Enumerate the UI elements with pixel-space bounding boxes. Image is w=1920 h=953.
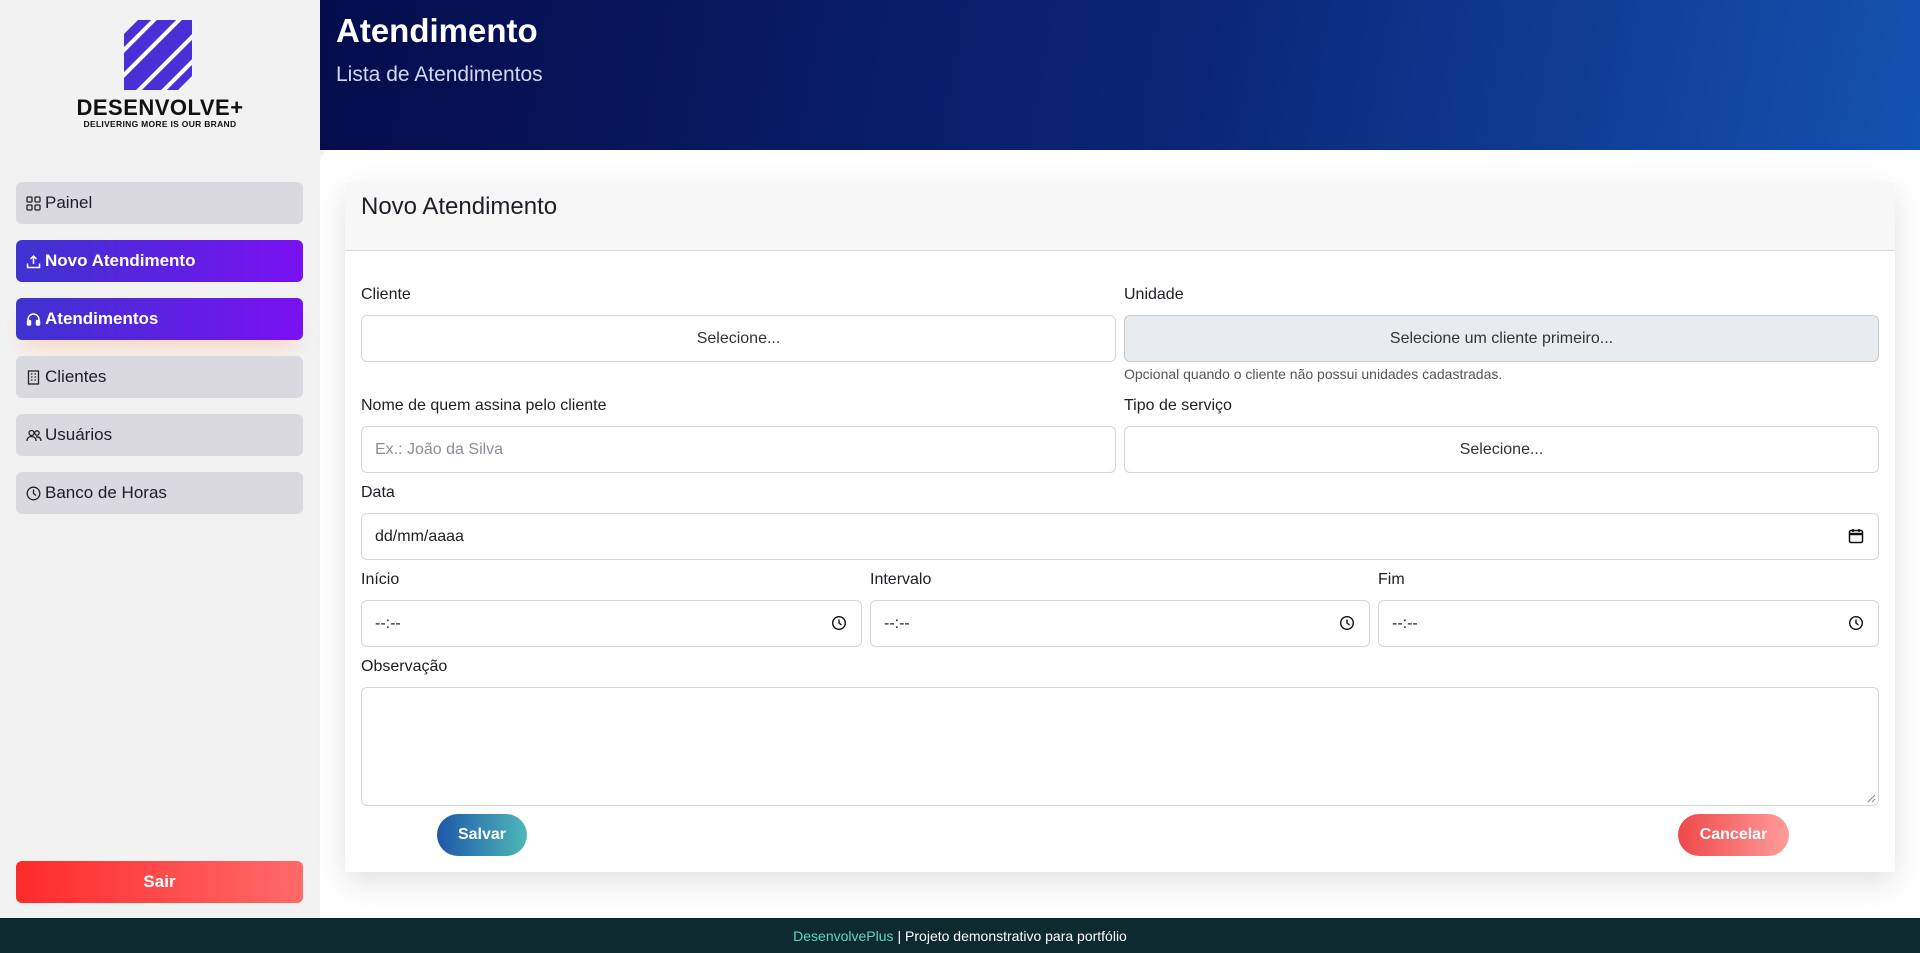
clock-icon <box>25 485 42 502</box>
upload-icon <box>25 253 42 270</box>
unidade-select-value: Selecione um cliente primeiro... <box>1389 329 1614 347</box>
footer-text: | Projeto demonstrativo para portfólio <box>897 927 1127 944</box>
data-input[interactable]: dd/mm/aaaa <box>361 513 1879 560</box>
grid-icon <box>25 195 42 212</box>
brand-name: DESENVOLVE+ <box>76 95 244 120</box>
inicio-label: Início <box>361 571 400 588</box>
sidebar-item-label: Atendimentos <box>45 309 159 328</box>
fim-input-value: --:-- <box>1392 614 1418 632</box>
sidebar-item-novo-atendimento[interactable]: Novo Atendimento <box>16 240 303 282</box>
sidebar-item-clientes[interactable]: Clientes <box>16 356 303 398</box>
calendar-icon[interactable] <box>1848 528 1864 549</box>
headset-icon <box>25 311 42 328</box>
sidebar-item-atendimentos[interactable]: Atendimentos <box>16 298 303 340</box>
page-subtitle: Lista de Atendimentos <box>336 63 543 86</box>
cliente-select[interactable]: Selecione... <box>361 315 1116 362</box>
clock-icon[interactable] <box>831 615 847 636</box>
tipo-servico-select-value: Selecione... <box>1459 440 1544 458</box>
form-card: Novo Atendimento Cliente Selecione... Un… <box>345 183 1895 872</box>
data-label: Data <box>361 484 395 501</box>
assinante-placeholder: Ex.: João da Silva <box>375 440 504 458</box>
intervalo-input-value: --:-- <box>884 614 910 632</box>
clock-icon[interactable] <box>1339 615 1355 636</box>
sidebar-item-label: Novo Atendimento <box>45 251 196 270</box>
brand-logo[interactable]: DESENVOLVE+ DELIVERING MORE IS OUR BRAND <box>70 20 250 132</box>
sidebar-item-label: Usuários <box>45 425 113 444</box>
assinante-input[interactable]: Ex.: João da Silva <box>361 426 1116 473</box>
users-icon <box>25 427 42 444</box>
brand-tagline: DELIVERING MORE IS OUR BRAND <box>83 119 237 129</box>
inicio-input[interactable]: --:-- <box>361 600 862 647</box>
logout-button[interactable]: Sair <box>16 861 303 903</box>
tipo-servico-label: Tipo de serviço <box>1124 397 1232 414</box>
sidebar-item-label: Painel <box>45 193 93 212</box>
footer: DesenvolvePlus | Projeto demonstrativo p… <box>0 918 1920 953</box>
cancel-button[interactable]: Cancelar <box>1678 814 1789 856</box>
sidebar-item-label: Clientes <box>45 367 107 386</box>
cliente-label: Cliente <box>361 286 411 303</box>
sidebar-item-label: Banco de Horas <box>45 483 167 502</box>
tipo-servico-select[interactable]: Selecione... <box>1124 426 1879 473</box>
clock-icon[interactable] <box>1848 615 1864 636</box>
sidebar: DESENVOLVE+ DELIVERING MORE IS OUR BRAND… <box>0 0 320 918</box>
cliente-select-value: Selecione... <box>696 329 781 347</box>
unidade-select[interactable]: Selecione um cliente primeiro... <box>1124 315 1879 362</box>
observacao-label: Observação <box>361 658 448 675</box>
fim-label: Fim <box>1378 571 1405 588</box>
sidebar-item-usuarios[interactable]: Usuários <box>16 414 303 456</box>
resize-handle-icon[interactable] <box>1867 794 1876 803</box>
form-title: Novo Atendimento <box>361 193 558 220</box>
building-icon <box>25 369 42 386</box>
unidade-hint: Opcional quando o cliente não possui uni… <box>1124 366 1503 382</box>
page-header: Atendimento Lista de Atendimentos <box>320 0 1920 150</box>
intervalo-label: Intervalo <box>870 571 932 588</box>
page-title: Atendimento <box>336 12 538 49</box>
inicio-input-value: --:-- <box>375 614 401 632</box>
sidebar-item-banco-de-horas[interactable]: Banco de Horas <box>16 472 303 514</box>
logo-mark-icon <box>124 20 192 90</box>
sidebar-item-painel[interactable]: Painel <box>16 182 303 224</box>
intervalo-input[interactable]: --:-- <box>870 600 1370 647</box>
save-button[interactable]: Salvar <box>437 814 527 856</box>
assinante-label: Nome de quem assina pelo cliente <box>361 397 607 414</box>
fim-input[interactable]: --:-- <box>1378 600 1879 647</box>
footer-brand[interactable]: DesenvolvePlus <box>793 928 893 944</box>
form-card-header: Novo Atendimento <box>345 183 1895 251</box>
observacao-textarea[interactable] <box>361 687 1879 806</box>
data-input-value: dd/mm/aaaa <box>375 527 464 545</box>
main-content: Novo Atendimento Cliente Selecione... Un… <box>320 150 1920 918</box>
unidade-label: Unidade <box>1124 286 1184 303</box>
